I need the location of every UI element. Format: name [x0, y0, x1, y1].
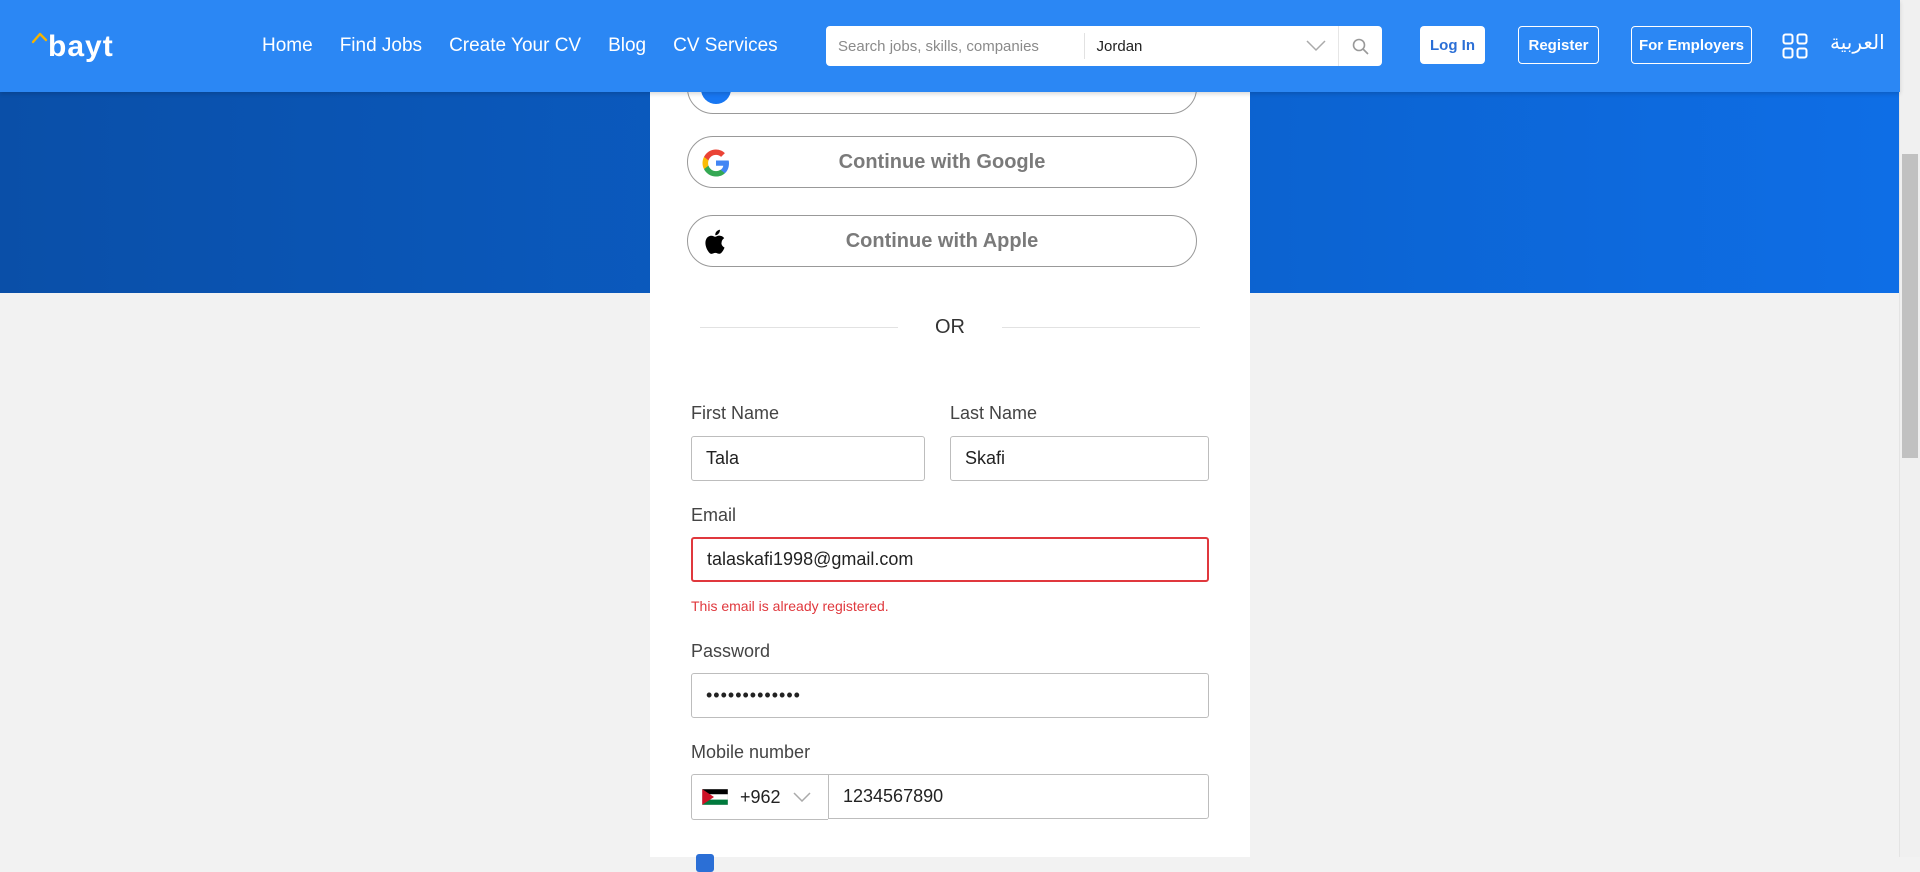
country-select[interactable]: Jordan: [1085, 26, 1339, 66]
bayt-logo[interactable]: bayt: [30, 28, 160, 62]
first-name-label: First Name: [691, 403, 780, 423]
country-code-select[interactable]: +962: [691, 774, 828, 820]
country-value: Jordan: [1096, 37, 1143, 55]
google-button[interactable]: Continue with Google: [687, 136, 1197, 188]
email-label: Email: [691, 505, 737, 525]
mobile-label: Mobile number: [691, 742, 811, 762]
top-header: bayt Home Find Jobs Create Your CV Blog …: [0, 0, 1900, 92]
mobile-number-field[interactable]: 1234567890: [828, 774, 1209, 819]
password-label: Password: [691, 641, 771, 661]
scrollbar-thumb[interactable]: [1902, 154, 1918, 458]
last-name-field[interactable]: Skafi: [950, 436, 1209, 481]
signup-card: Continue with Google Continue with Apple…: [650, 62, 1250, 872]
or-divider: OR: [700, 316, 1200, 338]
google-icon: [702, 149, 729, 177]
nav-find-jobs[interactable]: Find Jobs: [340, 35, 422, 57]
country-code-value: +962: [740, 786, 781, 807]
apple-icon: [705, 229, 725, 254]
nav-create-cv[interactable]: Create Your CV: [449, 35, 581, 57]
divider-line-right: [1002, 327, 1200, 328]
last-name-label: Last Name: [950, 403, 1038, 423]
apple-button[interactable]: Continue with Apple: [687, 215, 1197, 267]
nav-blog[interactable]: Blog: [608, 35, 646, 57]
for-employers-button[interactable]: For Employers: [1631, 26, 1752, 64]
search-input[interactable]: [826, 27, 1084, 65]
chevron-down-icon: [793, 792, 811, 802]
register-button[interactable]: Register: [1518, 26, 1599, 64]
page-scrollbar[interactable]: [1899, 0, 1920, 857]
apple-button-label: Continue with Apple: [845, 229, 1039, 252]
chevron-down-icon: [1306, 40, 1326, 52]
jordan-flag-icon: [702, 789, 728, 805]
nav-cv-services[interactable]: CV Services: [673, 35, 778, 57]
password-field[interactable]: •••••••••••••: [691, 673, 1209, 718]
apps-grid-icon[interactable]: [1782, 33, 1808, 59]
first-name-field[interactable]: Tala: [691, 436, 925, 481]
google-button-label: Continue with Google: [838, 150, 1046, 173]
search-bar: Jordan: [826, 26, 1382, 66]
nav-home[interactable]: Home: [262, 35, 313, 57]
main-nav: Home Find Jobs Create Your CV Blog CV Se…: [262, 0, 805, 92]
search-icon: [1352, 38, 1369, 55]
login-button[interactable]: Log In: [1420, 26, 1485, 64]
email-error-message: This email is already registered.: [691, 598, 889, 614]
language-switch[interactable]: العربية: [1830, 30, 1885, 54]
email-field[interactable]: talaskafi1998@gmail.com: [691, 537, 1209, 582]
logo-text: bayt: [48, 30, 114, 62]
search-button[interactable]: [1338, 26, 1382, 66]
